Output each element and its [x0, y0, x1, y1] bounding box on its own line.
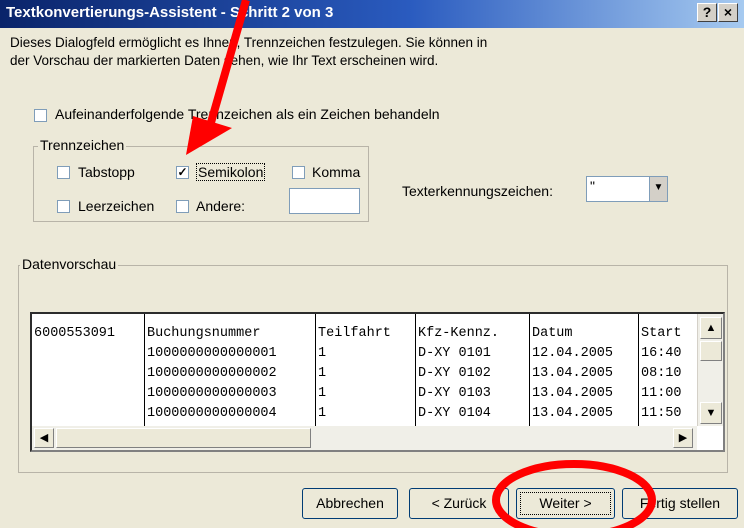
annotation-arrow-head: [186, 116, 232, 155]
annotation-circle: [492, 460, 656, 528]
annotation-arrow-line: [206, 0, 250, 128]
annotation-overlay: [186, 0, 656, 528]
